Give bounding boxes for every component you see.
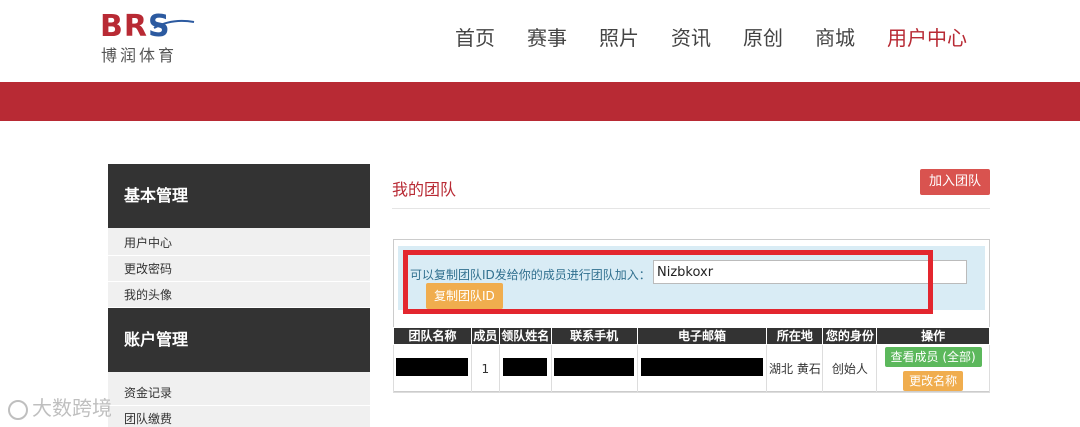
col-role: 您的身份 (822, 327, 878, 345)
red-highlight-box (403, 250, 933, 314)
sidebar-list-basic: 用户中心 更改密码 我的头像 (108, 228, 370, 308)
col-team-name: 团队名称 (393, 327, 472, 345)
col-actions: 操作 (876, 327, 990, 345)
redacted-block (554, 358, 635, 376)
nav-news[interactable]: 资讯 (671, 22, 711, 54)
nav-home[interactable]: 首页 (455, 22, 495, 54)
col-phone: 联系手机 (550, 327, 638, 345)
sidebar-item-avatar[interactable]: 我的头像 (108, 282, 370, 308)
nav-events[interactable]: 赛事 (527, 22, 567, 54)
nav-user-center[interactable]: 用户中心 (887, 22, 967, 54)
redacted-block (503, 358, 548, 376)
sidebar-heading-account: 账户管理 (108, 308, 370, 372)
logo-chinese-name: 博润体育 (101, 46, 178, 65)
sidebar-item-team-payment[interactable]: 团队缴费 (108, 406, 370, 427)
nav-photos[interactable]: 照片 (599, 22, 639, 54)
watermark: 大数跨境 (8, 392, 112, 421)
watermark-logo-icon (8, 399, 28, 420)
site-header: BRS 博润体育 首页 赛事 照片 资讯 原创 商城 用户中心 (0, 0, 1080, 82)
red-banner (0, 82, 1080, 121)
sidebar: 基本管理 用户中心 更改密码 我的头像 账户管理 资金记录 团队缴费 (108, 164, 370, 427)
cell-email (636, 344, 768, 393)
team-table: 团队名称 成员 领队姓名 联系手机 电子邮箱 所在地 您的身份 操作 1 湖北 … (393, 327, 990, 393)
cell-leader-name (498, 344, 552, 393)
brs-logo[interactable]: BRS 博润体育 (100, 10, 210, 70)
cell-actions: 查看成员 (全部) 更改名称 (876, 344, 990, 393)
join-team-button[interactable]: 加入团队 (919, 169, 990, 195)
table-header-row: 团队名称 成员 领队姓名 联系手机 电子邮箱 所在地 您的身份 操作 (393, 327, 990, 345)
table-row: 1 湖北 黄石 创始人 查看成员 (全部) 更改名称 (393, 344, 990, 393)
cell-members: 1 (470, 344, 500, 393)
logo-swoosh-icon (153, 19, 195, 29)
col-location: 所在地 (766, 327, 824, 345)
cell-team-name (393, 344, 472, 393)
nav-original[interactable]: 原创 (743, 22, 783, 54)
col-members: 成员 (470, 327, 500, 345)
sidebar-heading-basic: 基本管理 (108, 164, 370, 228)
redacted-block (396, 358, 469, 376)
title-divider (392, 208, 990, 209)
col-email: 电子邮箱 (636, 327, 768, 345)
col-leader-name: 领队姓名 (498, 327, 552, 345)
rename-team-button[interactable]: 更改名称 (903, 370, 964, 391)
watermark-text: 大数跨境 (32, 396, 112, 420)
cell-location: 湖北 黄石 (766, 344, 824, 393)
sidebar-list-account: 资金记录 团队缴费 (108, 372, 370, 427)
view-members-button[interactable]: 查看成员 (全部) (884, 346, 982, 367)
sidebar-item-change-password[interactable]: 更改密码 (108, 256, 370, 282)
redacted-block (641, 358, 764, 376)
sidebar-item-funds[interactable]: 资金记录 (108, 380, 370, 406)
sidebar-item-user-center[interactable]: 用户中心 (108, 230, 370, 256)
cell-role: 创始人 (822, 344, 878, 393)
nav-shop[interactable]: 商城 (815, 22, 855, 54)
page-title: 我的团队 (392, 180, 457, 199)
cell-phone (550, 344, 638, 393)
main-nav: 首页 赛事 照片 资讯 原创 商城 用户中心 (455, 22, 967, 54)
